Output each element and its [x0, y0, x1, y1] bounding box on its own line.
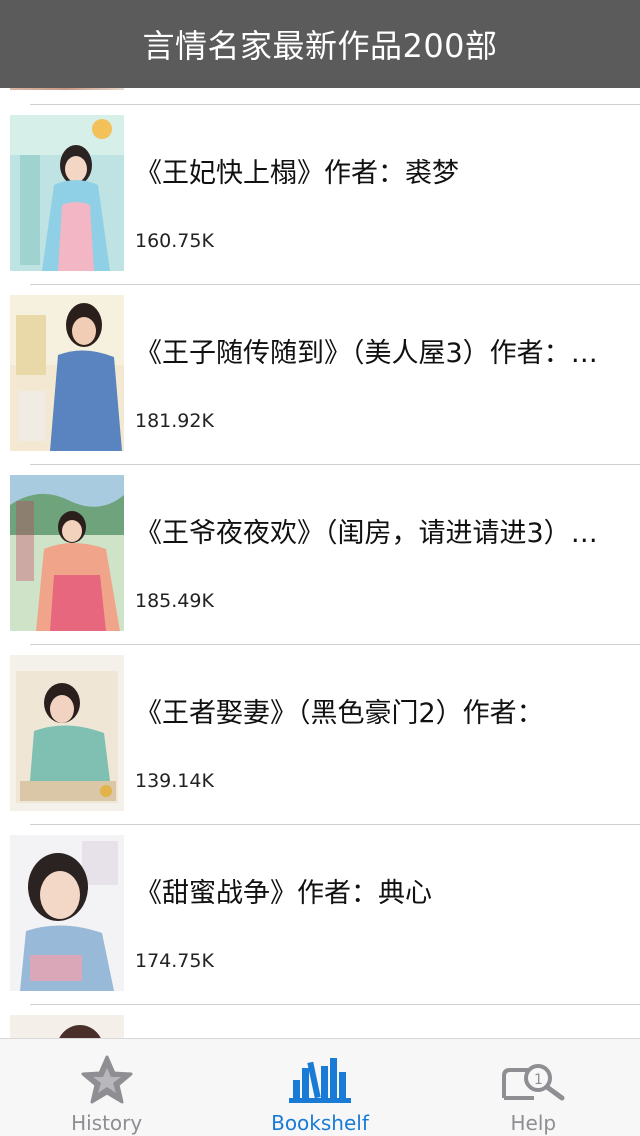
bookshelf-icon	[285, 1053, 355, 1107]
navigation-bar: 言情名家最新作品200部	[0, 0, 640, 88]
magnifier-icon: 1	[498, 1053, 568, 1107]
book-cover-partial	[10, 88, 124, 90]
book-row[interactable]: 《王爷夜夜欢》（闺房，请进请进3）作者 185.49K	[0, 465, 640, 644]
book-cover-image	[10, 835, 124, 991]
partial-list-item[interactable]	[0, 1005, 640, 1038]
svg-text:1: 1	[534, 1072, 543, 1088]
book-row[interactable]: 《王妃快上榻》作者：裘梦 160.75K	[0, 105, 640, 284]
partial-list-item[interactable]	[0, 88, 640, 104]
tab-label: Help	[510, 1111, 557, 1135]
book-row[interactable]: 《王子随传随到》（美人屋3）作者：伊东蕾 181.92K	[0, 285, 640, 464]
book-size: 185.49K	[135, 590, 214, 612]
tab-help[interactable]: 1 Help	[427, 1039, 640, 1136]
tab-label: History	[71, 1111, 143, 1135]
book-cover-image	[10, 475, 124, 631]
book-size: 139.14K	[135, 770, 214, 792]
star-icon	[72, 1053, 142, 1107]
page-title: 言情名家最新作品200部	[142, 27, 498, 65]
book-row[interactable]: 《王者娶妻》（黑色豪门2）作者： 139.14K	[0, 645, 640, 824]
tab-history[interactable]: History	[0, 1039, 213, 1136]
book-size: 160.75K	[135, 230, 214, 252]
book-title: 《王子随传随到》（美人屋3）作者：伊东蕾	[135, 338, 605, 369]
book-size: 181.92K	[135, 410, 214, 432]
book-cover-image	[10, 115, 124, 271]
book-row[interactable]: 《甜蜜战争》作者：典心 174.75K	[0, 825, 640, 1004]
book-size: 174.75K	[135, 950, 214, 972]
book-title: 《甜蜜战争》作者：典心	[135, 878, 432, 909]
tab-bar: History Bookshelf 1 Help	[0, 1038, 640, 1136]
tab-bookshelf[interactable]: Bookshelf	[213, 1039, 426, 1136]
book-title: 《王爷夜夜欢》（闺房，请进请进3）作者	[135, 518, 605, 549]
book-cover-image	[10, 295, 124, 451]
book-title: 《王者娶妻》（黑色豪门2）作者：	[135, 698, 544, 729]
book-list[interactable]: 《王妃快上榻》作者：裘梦 160.75K 《王子随传随到》（美人屋3）作者：伊东…	[0, 88, 640, 1038]
book-cover-image-partial	[10, 1015, 124, 1038]
tab-label: Bookshelf	[271, 1111, 369, 1135]
book-cover-image	[10, 655, 124, 811]
book-title: 《王妃快上榻》作者：裘梦	[135, 158, 459, 189]
